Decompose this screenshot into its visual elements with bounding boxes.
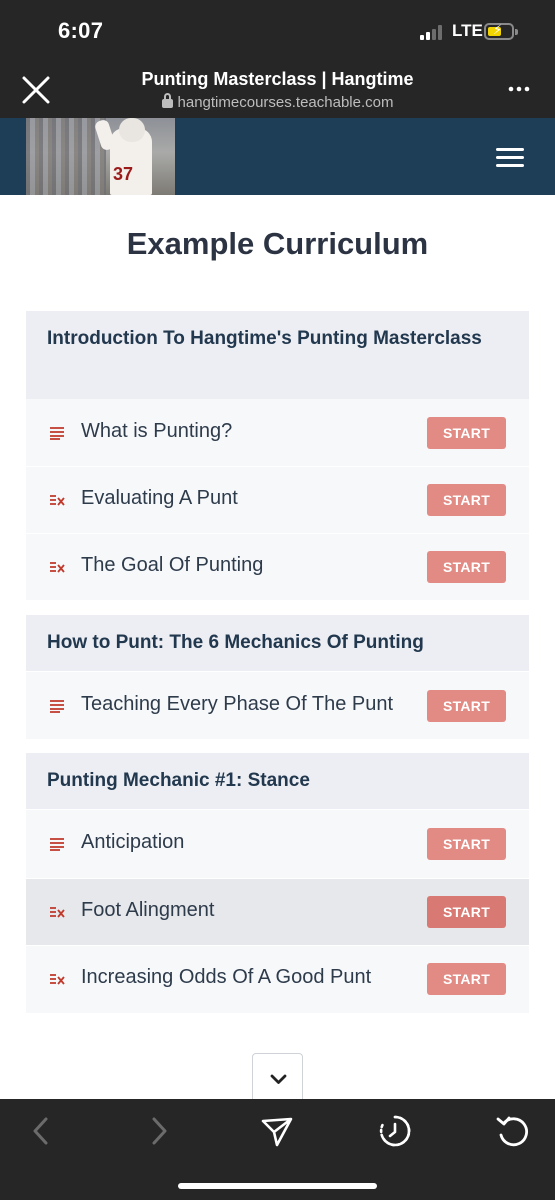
lecture-title: Teaching Every Phase Of The Punt [81,693,394,715]
lock-icon [161,93,173,108]
lecture-title: Anticipation [81,831,185,853]
site-header: 37 [0,118,555,195]
hamburger-menu-icon[interactable] [496,148,524,168]
lecture-item[interactable]: What is Punting? START [26,399,529,466]
lecture-title: What is Punting? [81,420,233,442]
hero-jersey-number: 37 [113,164,134,184]
section-header: Punting Mechanic #1: Stance [26,753,529,809]
forward-arrow-icon[interactable] [141,1113,177,1149]
start-button[interactable]: START [427,417,506,449]
page-title: Punting Masterclass | Hangtime [141,69,414,89]
text-lines-icon [50,700,64,713]
section-header: How to Punt: The 6 Mechanics Of Punting [26,615,529,671]
start-button[interactable]: START [427,896,506,928]
lecture-title: Foot Alingment [81,899,215,921]
chevron-down-icon [270,1074,287,1084]
scroll-down-button[interactable] [252,1053,303,1102]
quiz-icon [50,974,65,985]
cellular-signal-icon [420,24,446,40]
start-button[interactable]: START [427,963,506,995]
history-timer-icon[interactable] [377,1113,413,1149]
lecture-item[interactable]: Foot Alingment START [26,879,529,945]
start-button[interactable]: START [427,690,506,722]
more-options-icon[interactable] [503,72,535,104]
home-indicator[interactable] [178,1183,377,1189]
lecture-item[interactable]: Anticipation START [26,810,529,878]
start-button[interactable]: START [427,551,506,583]
status-bar: 6:07 LTE ⚡ [0,0,555,62]
lecture-item[interactable]: Increasing Odds Of A Good Punt START [26,946,529,1013]
lecture-item[interactable]: Teaching Every Phase Of The Punt START [26,672,529,739]
close-icon[interactable] [20,74,52,106]
curriculum-heading: Example Curriculum [126,226,429,261]
lecture-item[interactable]: The Goal Of Punting START [26,534,529,600]
browser-header: Punting Masterclass | Hangtime hangtimec… [0,62,555,118]
network-type: LTE [452,21,483,40]
url-text: hangtimecourses.teachable.com [177,94,394,111]
lecture-title: Increasing Odds Of A Good Punt [81,966,372,988]
status-time: 6:07 [58,18,104,43]
quiz-icon [50,495,65,506]
start-button[interactable]: START [427,828,506,860]
reload-icon[interactable] [495,1113,531,1149]
lecture-title: Evaluating A Punt [81,487,238,509]
back-arrow-icon[interactable] [23,1113,59,1149]
battery-icon: ⚡ [484,22,518,40]
text-lines-icon [50,427,64,440]
hero-image: 37 [26,118,175,195]
quiz-icon [50,562,65,573]
lecture-item[interactable]: Evaluating A Punt START [26,467,529,533]
share-send-icon[interactable] [259,1113,295,1149]
start-button[interactable]: START [427,484,506,516]
quiz-icon [50,907,65,918]
lecture-title: The Goal Of Punting [81,554,264,576]
text-lines-icon [50,838,64,851]
url-display: hangtimecourses.teachable.com [80,93,475,111]
section-header: Introduction To Hangtime's Punting Maste… [26,311,529,399]
